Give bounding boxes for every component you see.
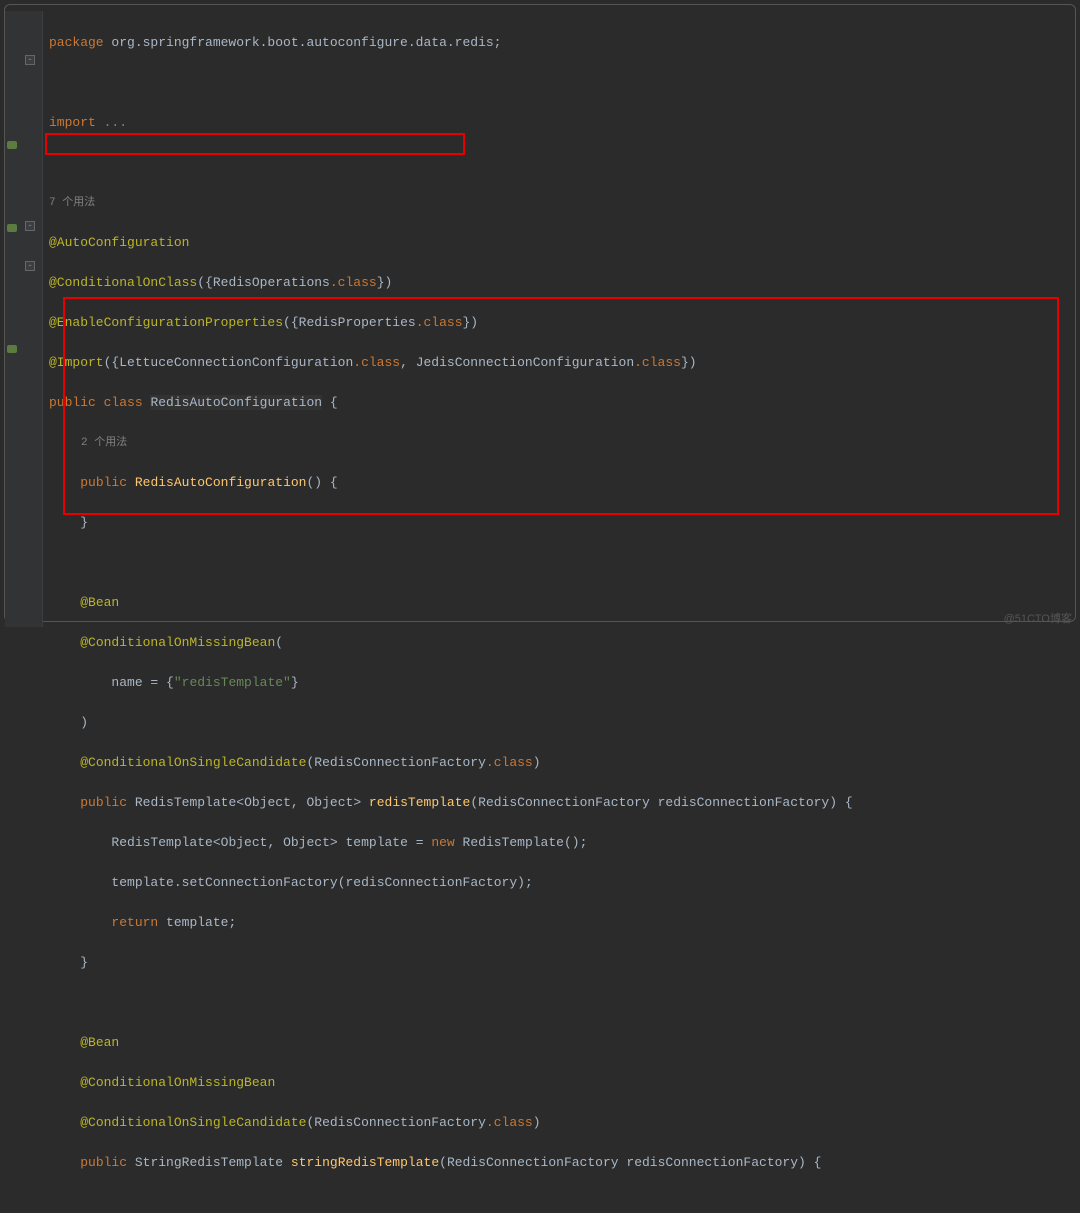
package-path: org.springframework.boot.autoconfigure.d… xyxy=(104,35,502,50)
marker-icon xyxy=(7,224,17,232)
annotation: @ConditionalOnSingleCandidate xyxy=(80,1115,306,1130)
keyword: public xyxy=(80,1155,127,1170)
fold-icon[interactable]: - xyxy=(25,221,35,231)
param-name: redisConnectionFactory xyxy=(626,1155,798,1170)
folded-text[interactable]: ... xyxy=(96,115,127,130)
keyword: .class xyxy=(486,1115,533,1130)
annotation: @ConditionalOnClass xyxy=(49,275,197,290)
keyword: .class xyxy=(486,755,533,770)
method-call: setConnectionFactory xyxy=(182,875,338,890)
return-type: StringRedisTemplate xyxy=(135,1155,283,1170)
marker-icon xyxy=(7,345,17,353)
keyword: .class xyxy=(353,355,400,370)
param-type: RedisConnectionFactory xyxy=(447,1155,619,1170)
class-ref: RedisProperties xyxy=(299,315,416,330)
gutter: - - - xyxy=(5,11,43,627)
param-name: redisConnectionFactory xyxy=(658,795,830,810)
class-ref: JedisConnectionConfiguration xyxy=(416,355,634,370)
var-ref: template xyxy=(166,915,228,930)
keyword: import xyxy=(49,115,96,130)
usage-hint[interactable]: 2 个用法 xyxy=(49,433,1075,453)
annotation: @Bean xyxy=(80,595,119,610)
ctor-call: RedisTemplate xyxy=(463,835,564,850)
class-name: RedisAutoConfiguration xyxy=(150,395,322,410)
class-ref: RedisConnectionFactory xyxy=(314,1115,486,1130)
type: RedisTemplate xyxy=(111,835,212,850)
type-param: Object xyxy=(283,835,330,850)
code-editor[interactable]: - - - package org.springframework.boot.a… xyxy=(4,4,1076,622)
fold-icon[interactable]: - xyxy=(25,261,35,271)
method-name: redisTemplate xyxy=(369,795,470,810)
method-name: stringRedisTemplate xyxy=(291,1155,439,1170)
class-ref: RedisConnectionFactory xyxy=(314,755,486,770)
string-literal: "redisTemplate" xyxy=(174,675,291,690)
keyword: public xyxy=(80,475,127,490)
annotation: @ConditionalOnMissingBean xyxy=(80,635,275,650)
annotation: @ConditionalOnMissingBean xyxy=(80,1075,275,1090)
keyword: public xyxy=(49,395,96,410)
class-ref: RedisOperations xyxy=(213,275,330,290)
keyword: .class xyxy=(416,315,463,330)
class-ref: LettuceConnectionConfiguration xyxy=(119,355,353,370)
keyword: public xyxy=(80,795,127,810)
annotation: @AutoConfiguration xyxy=(49,235,189,250)
annotation: @Import xyxy=(49,355,104,370)
keyword: new xyxy=(431,835,454,850)
marker-icon xyxy=(7,141,17,149)
keyword: return xyxy=(111,915,158,930)
keyword: .class xyxy=(634,355,681,370)
constructor: RedisAutoConfiguration xyxy=(135,475,307,490)
annotation: @EnableConfigurationProperties xyxy=(49,315,283,330)
keyword: package xyxy=(49,35,104,50)
fold-icon[interactable]: - xyxy=(25,55,35,65)
type-param: Object xyxy=(307,795,354,810)
type-param: Object xyxy=(221,835,268,850)
annotation: @ConditionalOnSingleCandidate xyxy=(80,755,306,770)
keyword: class xyxy=(104,395,143,410)
usage-hint[interactable]: 7 个用法 xyxy=(49,193,1075,213)
watermark: @51CTO博客 xyxy=(1004,609,1072,629)
arg: redisConnectionFactory xyxy=(346,875,518,890)
var-name: template xyxy=(346,835,408,850)
keyword: .class xyxy=(330,275,377,290)
annotation: @Bean xyxy=(80,1035,119,1050)
attr-name: name = { xyxy=(111,675,173,690)
return-type: RedisTemplate xyxy=(135,795,236,810)
code-content[interactable]: package org.springframework.boot.autocon… xyxy=(49,11,1075,1213)
var-ref: template xyxy=(111,875,173,890)
type-param: Object xyxy=(244,795,291,810)
param-type: RedisConnectionFactory xyxy=(478,795,650,810)
